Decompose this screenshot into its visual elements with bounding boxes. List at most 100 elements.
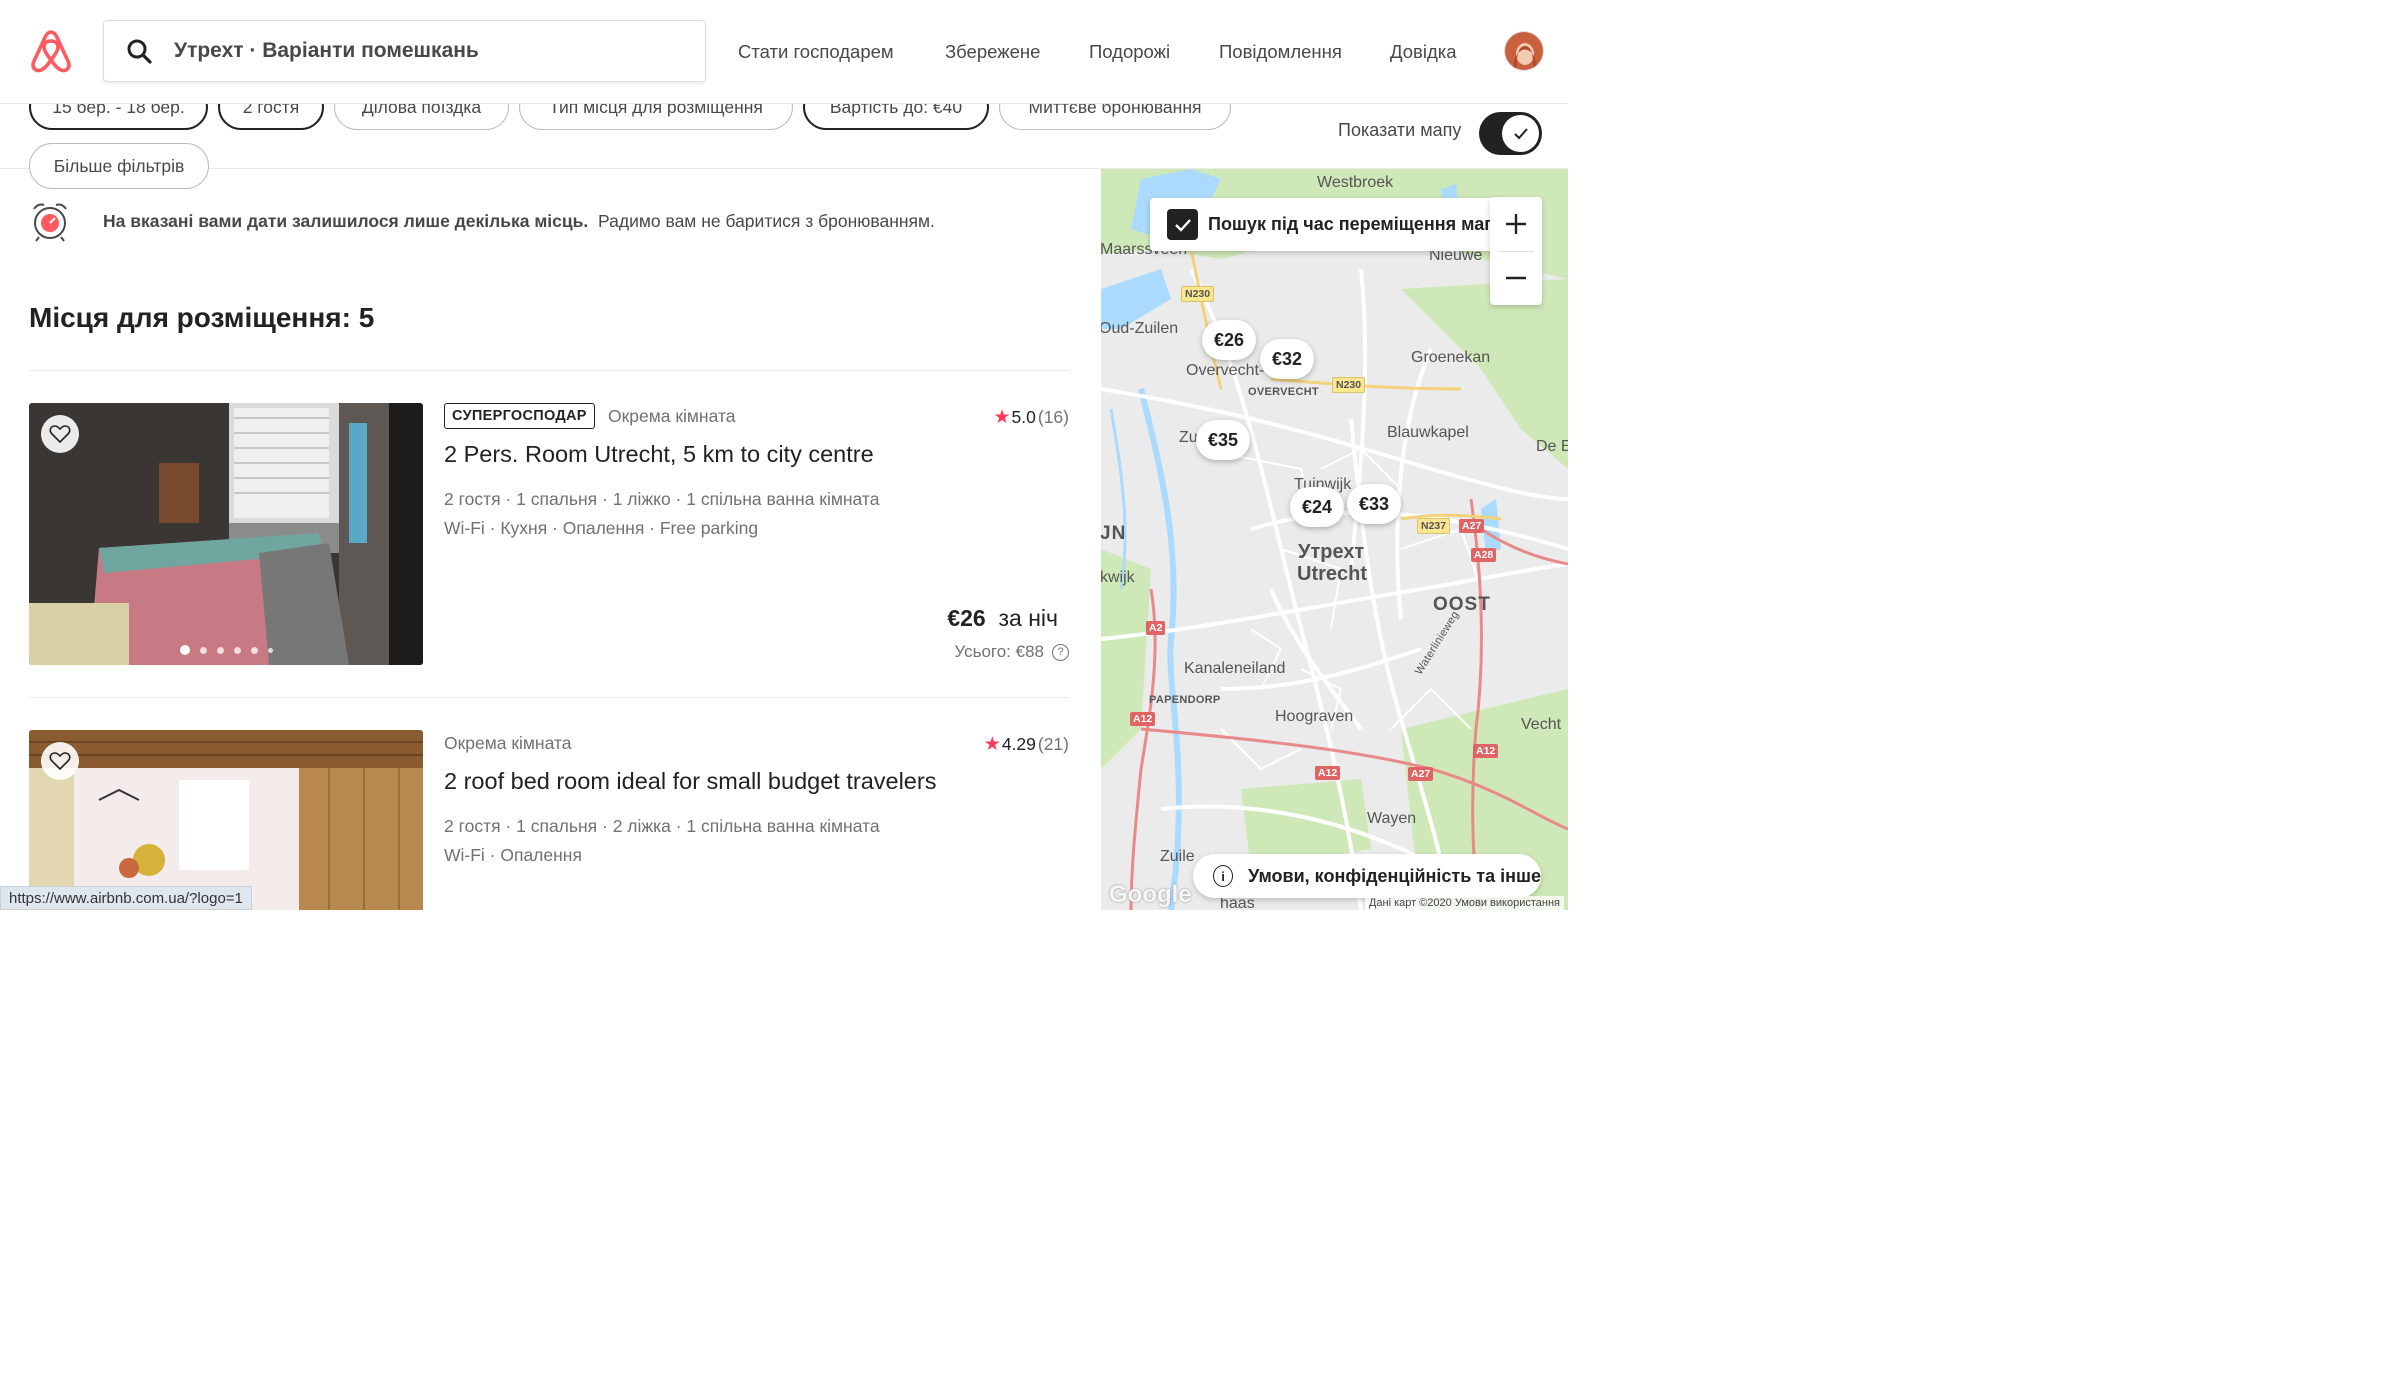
map-label: JN bbox=[1101, 523, 1127, 544]
superhost-badge: СУПЕРГОСПОДАР bbox=[444, 403, 595, 429]
road-sign: A12 bbox=[1473, 744, 1499, 758]
map-price-pin[interactable]: €24 bbox=[1290, 487, 1345, 527]
listing-photo[interactable] bbox=[29, 730, 423, 910]
listing-price: €26 за ніч bbox=[947, 605, 1058, 631]
google-logo: Google bbox=[1109, 881, 1192, 908]
star-icon: ★ bbox=[983, 734, 1001, 755]
map-label: Blauwkapel bbox=[1387, 424, 1469, 441]
filter-bar: 15 бер. - 18 бер. 2 гостя Ділова поїздка… bbox=[0, 84, 1568, 189]
search-as-map-moves-label: Пошук під час переміщення мапи bbox=[1208, 214, 1507, 234]
info-icon: i bbox=[1213, 865, 1234, 887]
room-photo-image bbox=[29, 730, 423, 910]
map-zoom-control bbox=[1490, 197, 1542, 305]
heart-icon bbox=[49, 752, 71, 771]
star-icon: ★ bbox=[993, 407, 1011, 428]
map-label: De E bbox=[1536, 438, 1568, 455]
road-sign: A12 bbox=[1315, 766, 1341, 780]
listing-details: 2 гостя · 1 спальня · 2 ліжка · 1 спільн… bbox=[444, 816, 880, 836]
map-label: Vecht bbox=[1521, 716, 1562, 733]
divider bbox=[29, 697, 1069, 698]
listing-title[interactable]: 2 Pers. Room Utrecht, 5 km to city centr… bbox=[444, 441, 874, 468]
listing-room-type: Окрема кімната bbox=[608, 406, 736, 426]
map-label: OOST bbox=[1433, 594, 1491, 615]
search-as-map-moves-checkbox[interactable]: Пошук під час переміщення мапи bbox=[1150, 198, 1510, 251]
user-avatar[interactable] bbox=[1504, 31, 1544, 71]
road-sign: A12 bbox=[1130, 712, 1156, 726]
nav-help[interactable]: Довідка bbox=[1390, 0, 1457, 104]
avatar-image bbox=[1505, 32, 1543, 70]
map-attribution[interactable]: Дані карт ©2020 Умови використання bbox=[1364, 896, 1564, 910]
map-city-label: Утрехт bbox=[1298, 541, 1365, 563]
map-panel[interactable]: Westbroek Maarssveen Nieuwe Oud-Zuilen G… bbox=[1101, 169, 1568, 910]
check-icon bbox=[1174, 218, 1191, 232]
alarm-clock-icon bbox=[33, 203, 67, 242]
show-map-label: Показати мапу bbox=[1338, 120, 1462, 140]
map-price-pin[interactable]: €33 bbox=[1347, 484, 1402, 524]
map-city-label: Utrecht bbox=[1297, 563, 1368, 585]
results-heading: Місця для розміщення: 5 bbox=[29, 302, 375, 333]
map-label: Groenekan bbox=[1411, 349, 1491, 366]
help-question-icon[interactable]: ? bbox=[1052, 643, 1069, 661]
road-sign: A28 bbox=[1471, 548, 1497, 562]
map-label: Hoograven bbox=[1275, 708, 1354, 725]
map-label: Oud-Zuilen bbox=[1101, 320, 1179, 337]
listing-total: Усього: €88 ? bbox=[954, 642, 1069, 662]
nav-saved[interactable]: Збережене bbox=[945, 0, 1040, 104]
search-icon bbox=[127, 39, 152, 64]
map-label: PAPENDORP bbox=[1149, 694, 1221, 706]
listing-rating: ★ 4.29 (21) bbox=[983, 734, 1069, 755]
browser-status-url: https://www.airbnb.com.ua/?logo=1 bbox=[0, 886, 252, 910]
map-label: Zuile bbox=[1160, 848, 1195, 865]
map-label: Kanaleneiland bbox=[1184, 660, 1286, 677]
nav-trips[interactable]: Подорожі bbox=[1089, 0, 1170, 104]
more-filters-button[interactable]: Більше фільтрів bbox=[29, 143, 209, 189]
map-label: Wayen bbox=[1367, 810, 1417, 827]
map-label: Overvecht- bbox=[1186, 362, 1265, 379]
road-sign: A27 bbox=[1459, 519, 1485, 533]
room-photo-image bbox=[29, 403, 423, 665]
notice-bold: На вказані вами дати залишилося лише дек… bbox=[103, 210, 589, 231]
save-heart-button[interactable] bbox=[41, 415, 79, 453]
check-icon bbox=[1513, 127, 1528, 139]
listing-rating: ★ 5.0 (16) bbox=[993, 407, 1070, 428]
nav-messages[interactable]: Повідомлення bbox=[1219, 0, 1342, 104]
listing-title[interactable]: 2 roof bed room ideal for small budget t… bbox=[444, 768, 936, 795]
search-box[interactable]: Утрехт · Варіанти помешкань bbox=[103, 20, 706, 82]
toggle-knob bbox=[1502, 115, 1539, 152]
zoom-divider bbox=[1498, 251, 1534, 252]
save-heart-button[interactable] bbox=[41, 742, 79, 780]
nav-become-host[interactable]: Стати господарем bbox=[738, 0, 894, 104]
zoom-in-button[interactable] bbox=[1490, 197, 1542, 251]
map-price-pin[interactable]: €26 bbox=[1202, 320, 1257, 360]
road-sign: A27 bbox=[1408, 767, 1434, 781]
photo-carousel-dots[interactable] bbox=[29, 645, 423, 655]
heart-icon bbox=[49, 425, 71, 444]
map-label: Zu bbox=[1179, 429, 1198, 446]
listing-details: 2 гостя · 1 спальня · 1 ліжко · 1 спільн… bbox=[444, 489, 880, 509]
airbnb-logo-icon[interactable] bbox=[30, 29, 72, 73]
road-sign: N230 bbox=[1181, 286, 1215, 302]
top-header: Утрехт · Варіанти помешкань Стати господ… bbox=[0, 0, 1568, 104]
road-sign: A2 bbox=[1146, 621, 1166, 635]
show-map-toggle[interactable] bbox=[1479, 112, 1542, 155]
divider bbox=[29, 370, 1069, 371]
listing-amenities: Wi-Fi · Кухня · Опалення · Free parking bbox=[444, 518, 759, 538]
map-label: Westbroek bbox=[1317, 174, 1394, 191]
search-text: Утрехт · Варіанти помешкань bbox=[174, 39, 479, 62]
listing-photo[interactable] bbox=[29, 403, 423, 665]
map-terms-button[interactable]: i Умови, конфіденційність та інше bbox=[1193, 854, 1541, 898]
notice-text: Радимо вам не баритися з бронюванням. bbox=[598, 210, 935, 231]
minus-icon bbox=[1506, 276, 1526, 280]
map-label: OVERVECHT bbox=[1248, 386, 1319, 398]
map-price-pin[interactable]: €32 bbox=[1260, 339, 1315, 379]
checkbox-checked bbox=[1167, 209, 1198, 240]
road-sign: N237 bbox=[1417, 518, 1451, 534]
zoom-out-button[interactable] bbox=[1490, 251, 1542, 305]
listing-amenities: Wi-Fi · Опалення bbox=[444, 845, 582, 865]
map-label: kwijk bbox=[1101, 569, 1135, 586]
availability-notice: На вказані вами дати залишилося лише дек… bbox=[29, 200, 935, 242]
map-price-pin[interactable]: €35 bbox=[1196, 420, 1251, 460]
listing-room-type: Окрема кімната bbox=[444, 733, 572, 753]
plus-icon bbox=[1506, 214, 1526, 234]
road-sign: N230 bbox=[1332, 377, 1366, 393]
